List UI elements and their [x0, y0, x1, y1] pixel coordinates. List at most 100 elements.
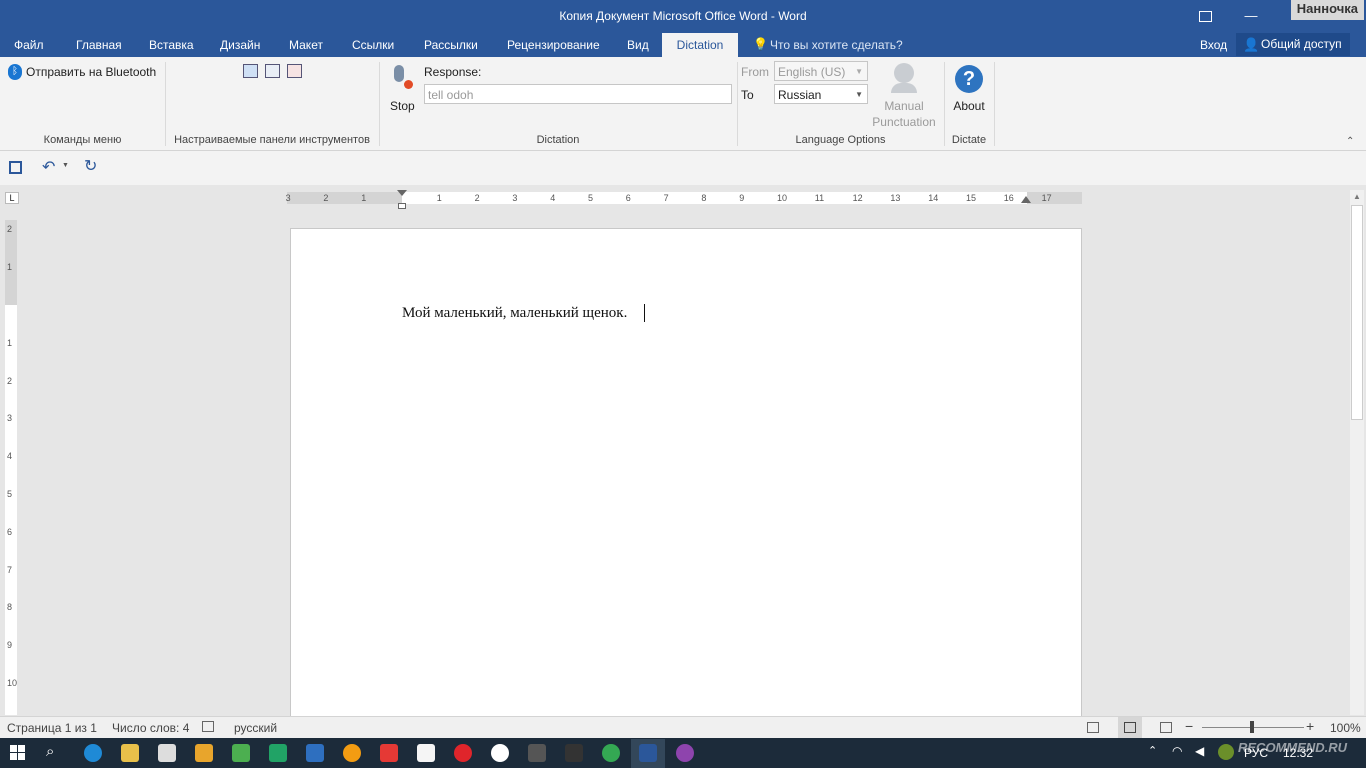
calculator-icon[interactable] [528, 744, 546, 762]
document-page[interactable] [290, 228, 1082, 728]
file-explorer-icon[interactable] [121, 744, 139, 762]
help-icon[interactable]: ? [955, 65, 983, 93]
page-count[interactable]: Страница 1 из 1 [7, 721, 97, 735]
ruler-left-margin [287, 192, 402, 204]
text-caret [644, 304, 645, 322]
from-language-select[interactable]: English (US) ▼ [774, 61, 868, 81]
print-layout-button[interactable] [1118, 717, 1142, 739]
ruler-tick-label: 1 [436, 193, 442, 203]
ruler-tick-label: 4 [550, 193, 556, 203]
web-layout-icon[interactable] [1160, 722, 1172, 733]
print-layout-icon [1124, 722, 1136, 733]
toolbar-tool-2-icon[interactable] [265, 64, 280, 78]
ruler-tick-label: 5 [588, 193, 594, 203]
ribbon-display-options-button[interactable] [1182, 0, 1228, 32]
ruler-tick-label: 12 [852, 193, 863, 203]
ruler-tick-label: 1 [361, 193, 367, 203]
tab-selector-button[interactable]: L [5, 192, 19, 204]
volume-icon[interactable]: ◀ [1195, 744, 1204, 758]
yandex-browser-icon[interactable] [491, 744, 509, 762]
save-icon[interactable] [9, 161, 22, 174]
zoom-out-icon[interactable]: − [1185, 718, 1193, 734]
tab-mailings[interactable]: Рассылки [424, 38, 478, 52]
excel-icon[interactable] [269, 744, 287, 762]
tab-home[interactable]: Главная [76, 38, 122, 52]
toolbar-tool-1-icon[interactable] [243, 64, 258, 78]
from-label: From [741, 65, 769, 79]
photos-icon[interactable] [232, 744, 250, 762]
send-bluetooth-button[interactable]: Отправить на Bluetooth [26, 65, 156, 79]
ruler-tick-label: 9 [7, 640, 13, 651]
indent-marker[interactable] [397, 190, 407, 210]
stop-label[interactable]: Stop [390, 99, 415, 113]
undo-dropdown-icon[interactable]: ▼ [62, 162, 69, 169]
vertical-ruler[interactable]: 2 1 1 2 3 4 5 6 7 8 9 10 [5, 220, 17, 715]
about-button[interactable]: About [948, 99, 990, 113]
search-icon[interactable]: ⌕ [46, 743, 54, 760]
document-text[interactable]: Мой маленький, маленький щенок. [402, 305, 627, 322]
ruler-tick-label: 15 [966, 193, 977, 203]
ruler-tick-label: 3 [7, 413, 13, 424]
tell-me-search[interactable]: Что вы хотите сделать? [770, 38, 903, 52]
undo-icon[interactable]: ↶ [42, 157, 55, 177]
store-icon[interactable] [158, 744, 176, 762]
group-separator [994, 62, 995, 146]
microphone-icon [394, 65, 404, 82]
tray-expand-icon[interactable]: ⌃ [1148, 744, 1157, 757]
share-button[interactable]: 👤 Общий доступ [1236, 33, 1350, 56]
ruler-tick-label: 1 [7, 262, 13, 273]
watermark: RECOMMEND.RU [1238, 740, 1348, 755]
toolbar-tool-3-icon[interactable] [287, 64, 302, 78]
ruler-right-margin [1027, 192, 1082, 204]
proofing-icon[interactable] [202, 721, 214, 732]
outlook-icon[interactable] [306, 744, 324, 762]
read-mode-icon[interactable] [1087, 722, 1099, 733]
zoom-in-icon[interactable]: + [1306, 718, 1314, 734]
edge-icon[interactable] [84, 744, 102, 762]
zoom-slider-thumb[interactable] [1250, 721, 1254, 733]
text-editor-icon[interactable] [565, 744, 583, 762]
windows-start-icon[interactable] [10, 745, 26, 761]
manual-punctuation-button[interactable] [891, 63, 917, 93]
tab-review[interactable]: Рецензирование [507, 38, 600, 52]
zoom-level[interactable]: 100% [1330, 721, 1361, 735]
scroll-up-icon[interactable]: ▲ [1353, 192, 1361, 201]
language-indicator[interactable]: русский [234, 721, 277, 735]
word-count[interactable]: Число слов: 4 [112, 721, 189, 735]
tab-design[interactable]: Дизайн [220, 38, 260, 52]
right-indent-marker[interactable] [1021, 196, 1031, 203]
ruler-tick-label: 6 [7, 526, 13, 537]
to-label: To [741, 88, 754, 102]
media-player-icon[interactable] [195, 744, 213, 762]
ruler-tick-label: 8 [7, 602, 13, 613]
tray-app-icon[interactable] [1218, 744, 1234, 760]
response-field[interactable]: tell odoh [424, 84, 732, 104]
chrome-icon[interactable] [602, 744, 620, 762]
ruler-tick-label: 10 [7, 678, 18, 688]
tab-file[interactable]: Файл [14, 38, 44, 52]
tab-view[interactable]: Вид [627, 38, 649, 52]
signin-link[interactable]: Вход [1200, 38, 1227, 52]
collapse-ribbon-icon[interactable]: ⌃ [1346, 136, 1354, 147]
to-language-select[interactable]: Russian ▼ [774, 84, 868, 104]
tab-layout[interactable]: Макет [289, 38, 323, 52]
tab-dictation[interactable]: Dictation [662, 33, 738, 57]
ruler-tick-label: 16 [1003, 193, 1014, 203]
network-icon[interactable]: ◠ [1172, 744, 1182, 758]
quick-access-toolbar: ↶ ▼ ↻ [0, 151, 1366, 185]
mail-icon[interactable] [417, 744, 435, 762]
scrollbar-thumb[interactable] [1351, 205, 1363, 420]
repeat-icon[interactable]: ↻ [84, 156, 97, 176]
yandex-icon[interactable] [380, 744, 398, 762]
maps-icon[interactable] [676, 744, 694, 762]
window-title: Копия Документ Microsoft Office Word - W… [559, 9, 807, 23]
title-bar: Копия Документ Microsoft Office Word - W… [0, 0, 1366, 32]
tab-references[interactable]: Ссылки [352, 38, 394, 52]
opera-icon[interactable] [454, 744, 472, 762]
minimize-button[interactable]: — [1228, 0, 1274, 32]
word-taskbar-button[interactable] [631, 739, 665, 768]
manual-label: Manual [884, 99, 924, 113]
vlc-icon[interactable] [343, 744, 361, 762]
tab-insert[interactable]: Вставка [149, 38, 194, 52]
stop-dictation-button[interactable] [390, 63, 414, 93]
